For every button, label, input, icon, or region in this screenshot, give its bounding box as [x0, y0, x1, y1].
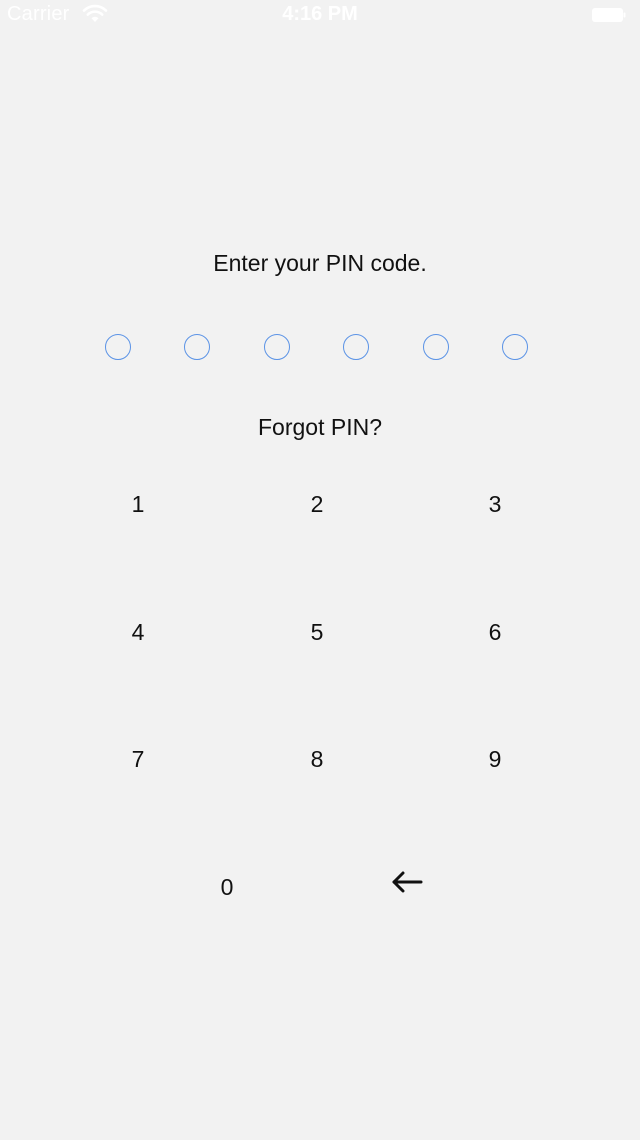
status-time: 4:16 PM — [282, 3, 358, 25]
key-3[interactable]: 3 — [440, 464, 550, 544]
pin-indicator — [0, 334, 640, 362]
pin-dot — [264, 334, 290, 360]
pin-dot — [343, 334, 369, 360]
backspace-button[interactable] — [352, 842, 462, 922]
key-8[interactable]: 8 — [262, 719, 372, 799]
pin-dot — [105, 334, 131, 360]
key-9[interactable]: 9 — [440, 719, 550, 799]
pin-dot — [423, 334, 449, 360]
key-5[interactable]: 5 — [262, 592, 372, 672]
key-4[interactable]: 4 — [83, 592, 193, 672]
status-bar: Carrier 4:16 PM — [0, 0, 640, 30]
key-7[interactable]: 7 — [83, 719, 193, 799]
key-2[interactable]: 2 — [262, 464, 372, 544]
key-1[interactable]: 1 — [83, 464, 193, 544]
key-0[interactable]: 0 — [172, 847, 282, 927]
forgot-pin-link[interactable]: Forgot PIN? — [0, 414, 640, 441]
back-arrow-icon — [392, 871, 423, 893]
pin-dot — [502, 334, 528, 360]
key-6[interactable]: 6 — [440, 592, 550, 672]
pin-dot — [184, 334, 210, 360]
pin-prompt: Enter your PIN code. — [213, 250, 427, 276]
battery-icon — [592, 8, 626, 22]
